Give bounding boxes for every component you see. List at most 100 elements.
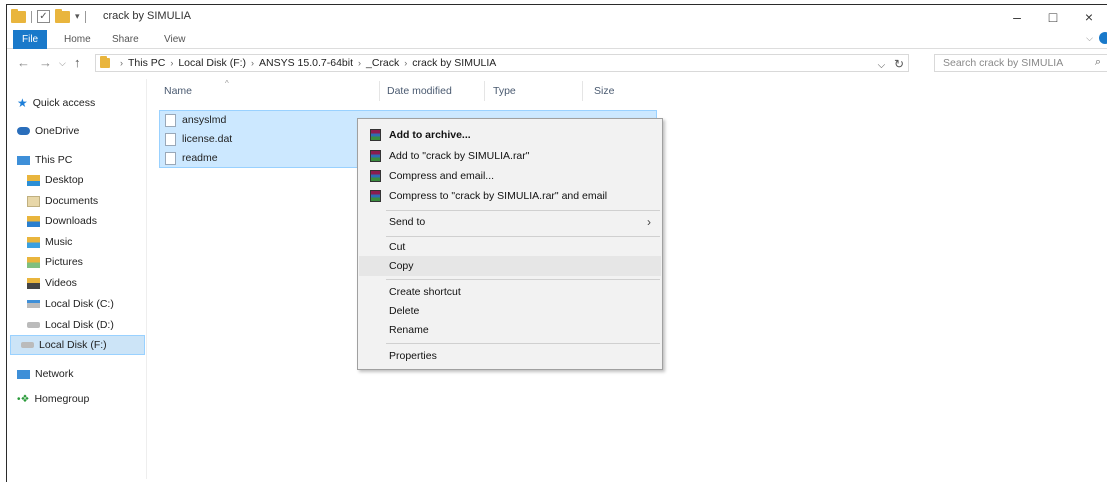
back-icon[interactable]: ← [17,55,30,70]
new-folder-icon[interactable] [55,8,70,23]
chevron-right-icon: › [647,215,651,229]
nav-local-disk-d[interactable]: Local Disk (D:) [27,315,114,335]
menu-item-rename[interactable]: Rename [359,320,661,340]
menu-item-label: Compress and email... [389,170,495,182]
file-row[interactable]: readme [165,149,218,167]
ribbon-right-controls: ⌵ [1086,32,1107,44]
maximize-button[interactable]: □ [1035,5,1071,29]
menu-item-add-to-rar[interactable]: Add to "crack by SIMULIA.rar" [359,146,661,166]
nav-label: Local Disk (D:) [45,319,114,331]
menu-item-cut[interactable]: Cut [359,237,661,257]
address-bar[interactable]: › This PC › Local Disk (F:) › ANSYS 15.0… [95,54,909,72]
nav-local-disk-c[interactable]: Local Disk (C:) [27,294,114,314]
file-row[interactable]: ansyslmd [165,111,226,129]
menu-item-delete[interactable]: Delete [359,301,661,321]
nav-label: Pictures [45,256,83,268]
column-header-type[interactable]: Type [493,85,516,97]
search-placeholder: Search crack by SIMULIA [943,57,1064,69]
menu-item-add-to-archive[interactable]: Add to archive... [359,125,661,145]
file-name: license.dat [182,133,233,145]
folder-icon [11,8,26,23]
star-icon: ★ [17,96,28,110]
expand-ribbon-icon[interactable]: ⌵ [1086,33,1093,44]
nav-videos[interactable]: Videos [27,273,77,293]
music-folder-icon [27,236,40,248]
nav-network[interactable]: Network [17,364,74,384]
tab-file[interactable]: File [13,30,48,49]
location-folder-icon [100,56,110,68]
nav-desktop[interactable]: Desktop [27,170,84,190]
column-divider[interactable] [582,81,583,101]
column-divider[interactable] [484,81,485,101]
nav-onedrive[interactable]: OneDrive [17,121,79,141]
menu-item-create-shortcut[interactable]: Create shortcut [359,282,661,302]
navigation-pane: ★ Quick access OneDrive This PC Desktop … [7,79,147,479]
tab-home[interactable]: Home [55,30,100,49]
column-divider[interactable] [379,81,380,101]
address-history-icon[interactable]: ⌵ [878,60,886,71]
breadcrumb-local-disk-f[interactable]: Local Disk (F:) [178,57,246,69]
column-header-size[interactable]: Size [594,85,614,97]
computer-icon [17,155,30,165]
column-header-date-modified[interactable]: Date modified [387,85,452,97]
homegroup-icon: •❖ [17,393,30,405]
drive-icon [27,300,40,308]
menu-item-label: Create shortcut [389,286,461,298]
chevron-right-icon[interactable]: › [404,58,407,68]
menu-item-compress-and-email[interactable]: Compress and email... [359,166,661,186]
refresh-icon[interactable]: ↻ [894,57,904,71]
menu-item-compress-to-rar-and-email[interactable]: Compress to "crack by SIMULIA.rar" and e… [359,186,661,206]
nav-homegroup[interactable]: •❖ Homegroup [17,389,89,409]
file-name: readme [182,152,218,164]
menu-item-properties[interactable]: Properties [359,346,661,366]
nav-label: Local Disk (C:) [45,298,114,310]
desktop-folder-icon [27,174,40,186]
nav-label: Quick access [32,97,96,109]
file-row[interactable]: license.dat [165,130,232,148]
up-icon[interactable]: ↑ [74,55,81,70]
nav-downloads[interactable]: Downloads [27,211,97,231]
nav-label: Downloads [45,215,97,227]
tab-view[interactable]: View [155,30,195,49]
nav-pictures[interactable]: Pictures [27,252,83,272]
customize-toolbar-icon[interactable]: ▾ [75,11,80,22]
nav-label: Desktop [45,174,84,186]
breadcrumb-this-pc[interactable]: This PC [128,57,165,69]
tab-share[interactable]: Share [103,30,148,49]
menu-item-label: Rename [389,324,429,336]
nav-this-pc[interactable]: This PC [17,150,72,170]
minimize-button[interactable]: – [999,5,1035,29]
search-icon[interactable]: ⌕ [1095,56,1101,69]
menu-item-send-to[interactable]: Send to › [359,212,661,232]
breadcrumb-crack[interactable]: _Crack [366,57,399,69]
menu-item-label: Send to [389,216,426,228]
breadcrumb-current[interactable]: crack by SIMULIA [412,57,496,69]
recent-locations-icon[interactable]: ⌵ [59,58,66,69]
menu-separator [386,343,660,344]
menu-separator [386,210,660,211]
menu-item-copy[interactable]: Copy [359,256,661,276]
properties-checkbox-icon[interactable]: ✓ [37,10,50,23]
search-input[interactable]: Search crack by SIMULIA ⌕ [934,54,1107,72]
cloud-icon [17,127,30,135]
chevron-right-icon[interactable]: › [120,58,123,68]
chevron-right-icon[interactable]: › [358,58,361,68]
forward-icon[interactable]: → [39,55,52,70]
winrar-icon [370,150,381,162]
breadcrumb-ansys[interactable]: ANSYS 15.0.7-64bit [259,57,353,69]
nav-quick-access[interactable]: ★ Quick access [17,93,95,113]
nav-music[interactable]: Music [27,232,72,252]
nav-label: This PC [35,154,73,166]
nav-documents[interactable]: Documents [27,191,98,211]
winrar-icon [370,190,381,202]
close-button[interactable]: × [1071,5,1107,29]
chevron-right-icon[interactable]: › [170,58,173,68]
winrar-icon [370,129,381,141]
drive-icon [27,322,40,328]
help-icon[interactable] [1099,32,1107,44]
nav-local-disk-f[interactable]: Local Disk (F:) [10,335,145,355]
menu-item-label: Cut [389,241,406,253]
column-header-name[interactable]: Name [164,85,192,97]
chevron-right-icon[interactable]: › [251,58,254,68]
nav-label: Local Disk (F:) [39,339,107,351]
